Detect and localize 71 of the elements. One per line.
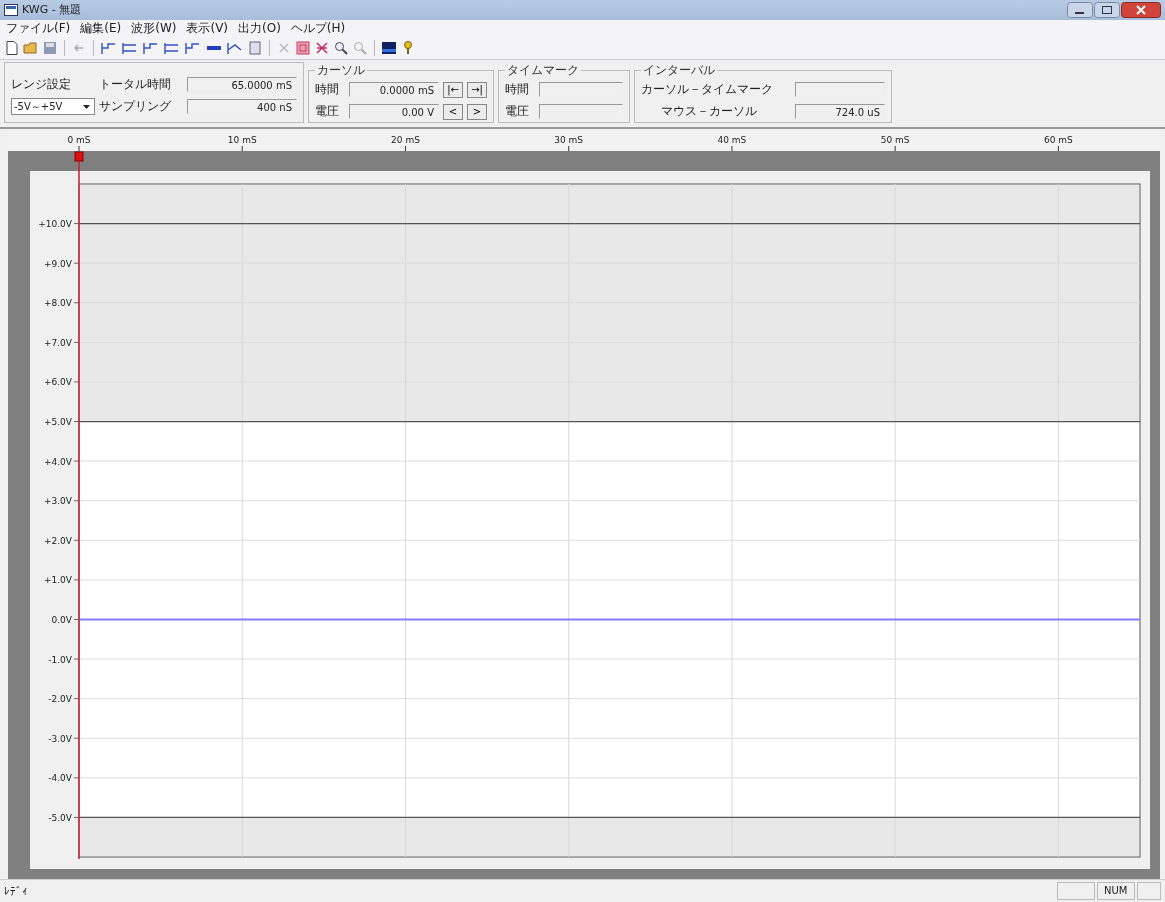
maximize-icon[interactable]: [1094, 1, 1120, 18]
waveform-icon[interactable]: [226, 40, 244, 57]
close-icon[interactable]: [1121, 1, 1161, 18]
time-label: 時間: [505, 81, 530, 99]
voltage-tick-label: +7.0V: [44, 338, 72, 349]
waveform-icon[interactable]: [121, 40, 139, 57]
mouse-to-cursor-field: 724.0 uS: [795, 104, 885, 120]
voltage-tick-label: -4.0V: [48, 773, 72, 784]
voltage-tick-label: +9.0V: [44, 258, 72, 269]
waveform-icon[interactable]: [142, 40, 160, 57]
voltage-label: 電圧: [315, 103, 340, 121]
menu-item[interactable]: ファイル(F): [6, 20, 71, 38]
time-tick-label: 20 mS: [391, 135, 420, 146]
menu-item[interactable]: 波形(W): [131, 20, 177, 38]
zoom-in-icon[interactable]: [333, 40, 349, 57]
time-tick-label: 10 mS: [227, 135, 257, 146]
range-dropdown[interactable]: -5V～+5V: [11, 98, 95, 116]
time-tick-label: 0 mS: [67, 135, 91, 146]
voltage-tick-label: -1.0V: [48, 654, 72, 665]
status-indicator: NUM: [1097, 882, 1135, 901]
window-icon: [4, 3, 18, 16]
voltage-tick-label: +4.0V: [44, 456, 72, 467]
sampling-field: 400 nS: [187, 99, 297, 115]
cursor-step-button[interactable]: >: [467, 103, 487, 120]
cursor-handle[interactable]: [74, 151, 84, 162]
waveform-icon[interactable]: [163, 40, 181, 57]
voltage-tick-label: -3.0V: [48, 734, 72, 745]
mouse-to-cursor-label: マウス－カーソル: [660, 103, 758, 121]
voltage-tick-label: +1.0V: [44, 575, 72, 586]
time-tick-label: 40 mS: [717, 135, 747, 146]
cursor-voltage-field: 0.00 V: [349, 104, 439, 120]
waveform-icon[interactable]: [100, 40, 118, 57]
voltage-tick-label: +3.0V: [44, 496, 72, 507]
new-file-icon[interactable]: [4, 40, 20, 57]
sampling-label: サンプリング: [99, 98, 172, 116]
voltage-tick-label: +5.0V: [44, 417, 72, 428]
voltage-tick-label: +10.0V: [38, 219, 72, 230]
group-title: インターバル: [642, 62, 716, 80]
total-time-field: 65.0000 mS: [187, 77, 297, 93]
range-label: レンジ設定: [11, 76, 72, 94]
time-label: 時間: [315, 81, 340, 99]
status-text: ﾚﾃﾞｨ: [4, 884, 28, 898]
status-pane: [1137, 882, 1161, 901]
menu-item[interactable]: 表示(V): [186, 20, 229, 38]
menu-item[interactable]: 編集(E): [80, 20, 122, 38]
window-title: KWG - 無題: [22, 2, 82, 18]
monitor-icon[interactable]: [381, 40, 397, 57]
voltage-tick-label: +2.0V: [44, 536, 72, 547]
cursor-time-field: 0.0000 mS: [349, 82, 439, 98]
save-icon[interactable]: [42, 40, 58, 57]
minimize-icon[interactable]: [1067, 1, 1093, 18]
voltage-tick-label: -5.0V: [48, 813, 72, 824]
voltage-tick-label: -2.0V: [48, 694, 72, 705]
voltage-tick-label: +6.0V: [44, 377, 72, 388]
time-tick-label: 50 mS: [880, 135, 910, 146]
time-tick-label: 30 mS: [554, 135, 584, 146]
group-title: タイムマーク: [506, 62, 580, 80]
menu-item[interactable]: 出力(O): [238, 20, 281, 38]
cursor-step-button[interactable]: →|: [467, 81, 487, 98]
total-time-label: トータル時間: [99, 76, 172, 94]
cursor-step-button[interactable]: |←: [443, 81, 463, 98]
status-pane: [1057, 882, 1095, 901]
cursor-step-button[interactable]: <: [443, 103, 463, 120]
cursor-to-mark-label: カーソル－タイムマーク: [641, 81, 774, 99]
waveform-icon[interactable]: [184, 40, 202, 57]
group-title: カーソル: [316, 62, 366, 80]
voltage-label: 電圧: [505, 103, 530, 121]
voltage-tick-label: 0.0V: [51, 615, 72, 626]
time-tick-label: 60 mS: [1044, 135, 1073, 146]
menu-item[interactable]: ヘルプ(H): [290, 20, 346, 38]
voltage-tick-label: +8.0V: [44, 298, 72, 309]
